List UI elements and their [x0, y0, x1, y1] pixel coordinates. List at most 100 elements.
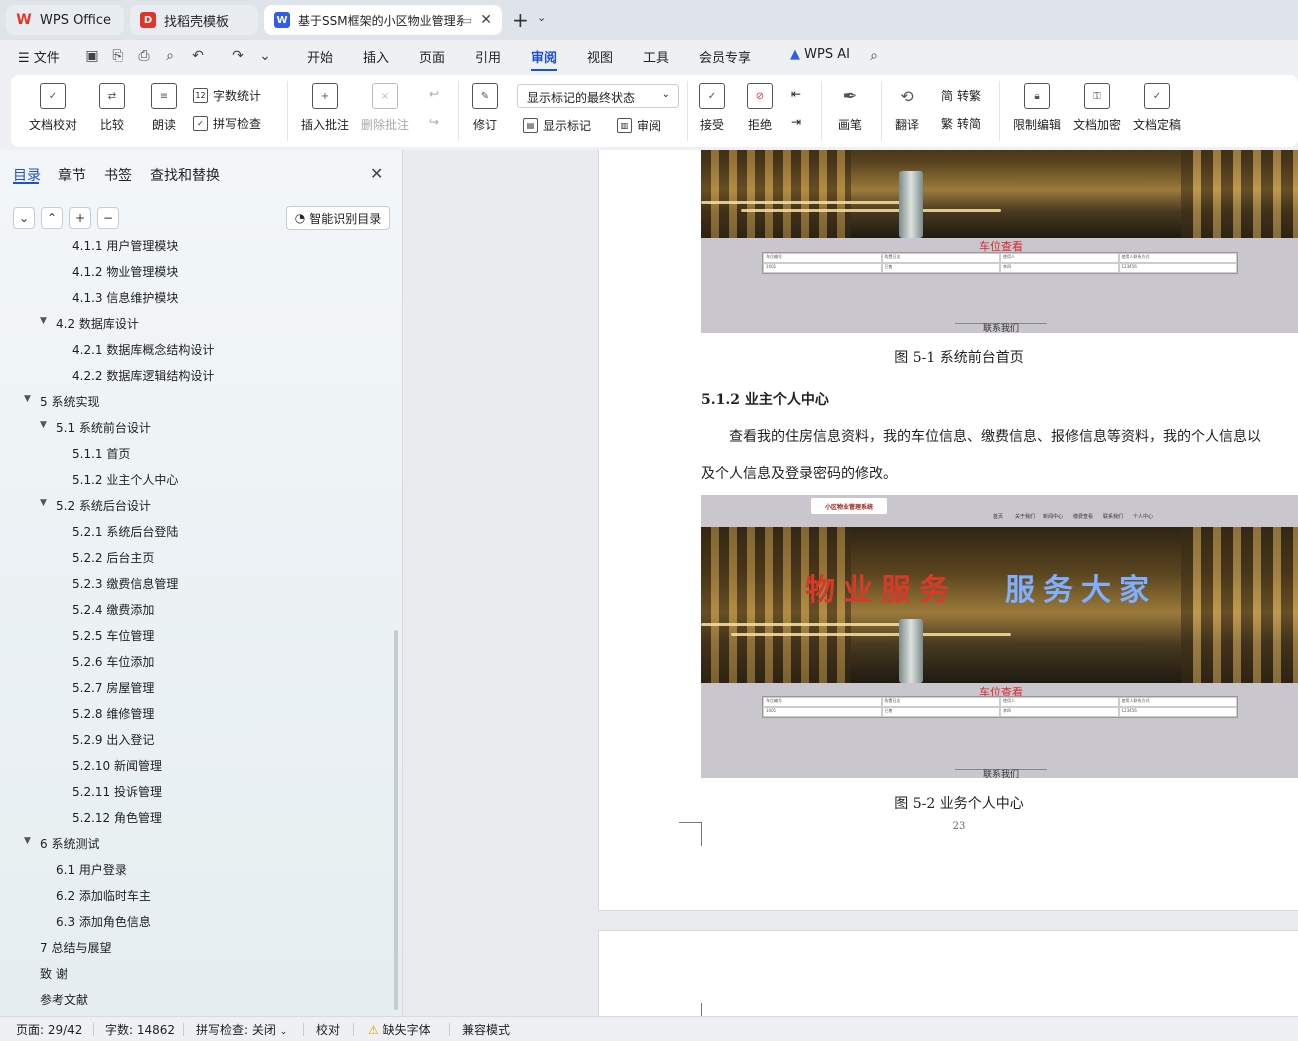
undo-icon[interactable]: ↶: [188, 46, 208, 66]
document-canvas[interactable]: 车位查看 车位编号 购置日志 使用人 使用人联系方式 1001 已售 李四 12…: [403, 150, 1298, 1016]
toc-item[interactable]: 5.2.2 后台主页: [72, 549, 154, 566]
toc-item[interactable]: 5.2.10 新闻管理: [72, 757, 162, 774]
collapse-up-button[interactable]: ⌃: [41, 207, 63, 229]
delete-comment-button[interactable]: ×删除批注: [361, 83, 409, 133]
print-icon[interactable]: ⎙: [134, 46, 154, 66]
next-revision-icon[interactable]: ⇥: [791, 115, 801, 129]
expand-triangle-icon[interactable]: ▼: [24, 836, 31, 846]
tab-document[interactable]: W 基于SSM框架的小区物业管理系统 ▭ ✕: [264, 5, 502, 35]
document-page[interactable]: 车位查看 车位编号 购置日志 使用人 使用人联系方式 1001 已售 李四 12…: [598, 150, 1298, 911]
show-markup-button[interactable]: ▤显示标记: [523, 117, 591, 134]
toc-item[interactable]: 5.2.6 车位添加: [72, 653, 154, 670]
collapse-all-button[interactable]: −: [97, 207, 119, 229]
encrypt-button[interactable]: ⚿文档加密: [1073, 83, 1121, 133]
tab-template[interactable]: D 找稻壳模板: [130, 5, 258, 35]
proof-indicator[interactable]: 校对: [316, 1021, 340, 1038]
search-icon[interactable]: ⌕: [864, 46, 884, 66]
toc-item[interactable]: 6.2 添加临时车主: [56, 887, 151, 904]
smart-toc-button[interactable]: ◔智能识别目录: [286, 206, 390, 230]
toc-item[interactable]: 5.2.8 维修管理: [72, 705, 154, 722]
reject-button[interactable]: ⊘拒绝: [747, 83, 773, 133]
toc-item[interactable]: 6.3 添加角色信息: [56, 913, 151, 930]
menu-reference[interactable]: 引用: [475, 47, 501, 66]
expand-all-button[interactable]: +: [69, 207, 91, 229]
toc-item[interactable]: 5.2.7 房屋管理: [72, 679, 154, 696]
spell-check-button[interactable]: ✓拼写检查: [193, 115, 261, 132]
toc-item[interactable]: ▼4.2 数据库设计: [56, 315, 139, 332]
export-pdf-icon[interactable]: ⎘: [108, 46, 128, 66]
expand-triangle-icon[interactable]: ▼: [40, 420, 47, 430]
expand-triangle-icon[interactable]: ▼: [24, 394, 31, 404]
prev-comment-icon[interactable]: ↩: [429, 87, 439, 101]
save-icon[interactable]: ▣: [82, 46, 102, 66]
tab-chapters[interactable]: 章节: [58, 165, 86, 185]
document-page[interactable]: [598, 930, 1298, 1016]
word-count-button[interactable]: 12字数统计: [193, 87, 261, 104]
toc-item[interactable]: 4.1.2 物业管理模块: [72, 263, 178, 280]
revise-button[interactable]: ✎修订: [472, 83, 498, 133]
spell-check-indicator[interactable]: 拼写检查: 关闭 ⌄: [196, 1021, 287, 1038]
accept-button[interactable]: ✓接受: [699, 83, 725, 133]
toc-item[interactable]: 5.2.5 车位管理: [72, 627, 154, 644]
toc-item[interactable]: 5.2.1 系统后台登陆: [72, 523, 178, 540]
close-sidebar-icon[interactable]: ✕: [370, 164, 383, 183]
toc-item[interactable]: ▼5 系统实现: [40, 393, 99, 410]
to-traditional-button[interactable]: 简转繁: [941, 87, 981, 104]
toc-item[interactable]: 5.2.3 缴费信息管理: [72, 575, 178, 592]
sidebar-scrollbar[interactable]: [394, 630, 398, 1010]
menu-insert[interactable]: 插入: [363, 47, 389, 66]
chevron-down-icon[interactable]: ⌄: [537, 11, 546, 24]
tab-bookmarks[interactable]: 书签: [104, 165, 132, 185]
toc-item[interactable]: 4.1.1 用户管理模块: [72, 240, 178, 254]
toc-item[interactable]: 4.1.3 信息维护模块: [72, 289, 178, 306]
toc-item[interactable]: 4.2.1 数据库概念结构设计: [72, 341, 214, 358]
prev-revision-icon[interactable]: ⇤: [791, 87, 801, 101]
read-aloud-button[interactable]: ≡朗读: [151, 83, 177, 133]
menu-member[interactable]: 会员专享: [699, 47, 751, 66]
file-menu[interactable]: ☰ 文件: [18, 47, 60, 66]
missing-font-indicator[interactable]: ⚠ 缺失字体: [368, 1021, 431, 1038]
toc-item[interactable]: 5.2.4 缴费添加: [72, 601, 154, 618]
tab-find-replace[interactable]: 查找和替换: [150, 165, 220, 185]
word-count-indicator[interactable]: 字数: 14862: [105, 1021, 175, 1038]
tab-wps-office[interactable]: W WPS Office: [6, 5, 124, 35]
toc-item[interactable]: 致 谢: [40, 965, 68, 982]
toc-item[interactable]: ▼6 系统测试: [40, 835, 99, 852]
finalize-button[interactable]: ✓文档定稿: [1133, 83, 1181, 133]
expand-down-button[interactable]: ⌄: [13, 207, 35, 229]
monitor-icon[interactable]: ▭: [462, 14, 472, 27]
toc-item[interactable]: ▼5.1 系统前台设计: [56, 419, 151, 436]
toc-item[interactable]: 5.2.12 角色管理: [72, 809, 162, 826]
more-chevron-icon[interactable]: ⌄: [255, 46, 275, 66]
review-pane-button[interactable]: ▥审阅: [617, 117, 661, 134]
menu-page[interactable]: 页面: [419, 47, 445, 66]
next-comment-icon[interactable]: ↪: [429, 115, 439, 129]
to-simplified-button[interactable]: 繁转简: [941, 115, 981, 132]
toc-item[interactable]: 5.1.2 业主个人中心: [72, 471, 178, 488]
toc-item[interactable]: ▼5.2 系统后台设计: [56, 497, 151, 514]
translate-button[interactable]: ⟲翻译: [894, 83, 920, 133]
menu-tools[interactable]: 工具: [643, 47, 669, 66]
toc-item[interactable]: 5.2.11 投诉管理: [72, 783, 162, 800]
menu-start[interactable]: 开始: [307, 47, 333, 66]
expand-triangle-icon[interactable]: ▼: [40, 498, 47, 508]
new-tab-plus-icon[interactable]: +: [512, 8, 529, 32]
insert-comment-button[interactable]: +插入批注: [301, 83, 349, 133]
print-preview-icon[interactable]: ⌕: [160, 46, 180, 66]
compare-button[interactable]: ⇄比较: [99, 83, 125, 133]
wps-ai-button[interactable]: ▲ WPS AI: [790, 47, 850, 62]
toc-item[interactable]: 5.1.1 首页: [72, 445, 130, 462]
restrict-edit-button[interactable]: 🔒︎限制编辑: [1013, 83, 1061, 133]
menu-view[interactable]: 视图: [587, 47, 613, 66]
close-tab-icon[interactable]: ✕: [480, 12, 492, 28]
expand-triangle-icon[interactable]: ▼: [40, 316, 47, 326]
doc-proof-button[interactable]: ✓文档校对: [29, 83, 77, 133]
toc-item[interactable]: 参考文献: [40, 991, 88, 1008]
pen-button[interactable]: ✒画笔: [837, 83, 863, 133]
menu-review[interactable]: 审阅: [531, 47, 557, 66]
toc-item[interactable]: 6.1 用户登录: [56, 861, 127, 878]
toc-item[interactable]: 4.2.2 数据库逻辑结构设计: [72, 367, 214, 384]
page-indicator[interactable]: 页面: 29/42: [16, 1021, 82, 1038]
redo-icon[interactable]: ↷: [228, 46, 248, 66]
toc-item[interactable]: 5.2.9 出入登记: [72, 731, 154, 748]
